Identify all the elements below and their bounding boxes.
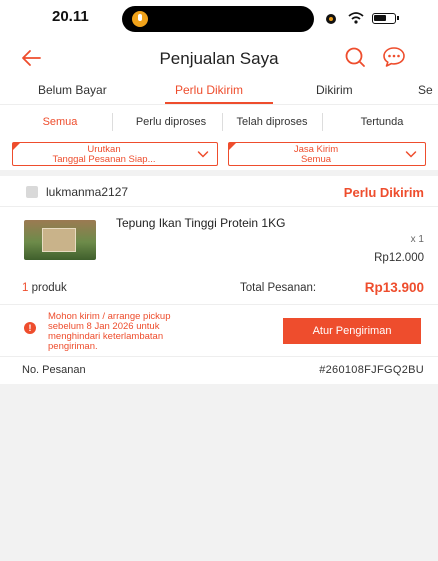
order-status-tabs: Belum Bayar Perlu Dikirim Dikirim Se: [0, 76, 438, 104]
order-total-value: Rp13.900: [364, 280, 424, 295]
order-number: #260108FJFGQ2BU: [319, 364, 424, 376]
shipping-deadline-warning: Mohon kirim / arrange pickup sebelum 8 J…: [48, 312, 230, 352]
warning-line: pengiriman.: [48, 341, 98, 352]
chat-icon[interactable]: [382, 46, 406, 68]
battery-icon: [372, 13, 399, 24]
product-name: Tepung Ikan Tinggi Protein 1KG: [116, 216, 286, 230]
microphone-icon: [132, 11, 148, 27]
courier-filter-value: Semua: [300, 154, 332, 165]
app-header: Penjualan Saya: [0, 40, 438, 76]
subtab-tertunda[interactable]: Tertunda: [332, 105, 432, 139]
filter-bar: Urutkan Tanggal Pesanan Siap... Jasa Kir…: [0, 138, 438, 170]
product-quantity: x 1: [410, 234, 424, 245]
divider: [0, 356, 438, 357]
subtab-separator: [222, 113, 223, 131]
sort-filter-label: Urutkan Tanggal Pesanan Siap...: [21, 145, 187, 165]
tab-perlu-dikirim[interactable]: Perlu Dikirim: [175, 83, 243, 97]
subtab-separator: [112, 113, 113, 131]
chevron-down-icon: [405, 151, 417, 158]
status-time: 20.11: [52, 8, 89, 25]
courier-filter-dropdown[interactable]: Jasa Kirim Semua: [228, 142, 426, 166]
buyer-avatar: [26, 186, 38, 198]
subtab-semua[interactable]: Semua: [14, 105, 106, 139]
filter-corner-mark: [13, 143, 20, 150]
search-icon[interactable]: [344, 46, 366, 68]
order-status-badge: Perlu Dikirim: [343, 185, 424, 200]
camera-indicator-icon: [326, 14, 336, 24]
divider: [0, 206, 438, 207]
product-thumbnail: [24, 220, 96, 260]
tab-selesai[interactable]: Se: [418, 83, 433, 97]
subtab-perlu-diproses[interactable]: Perlu diproses: [130, 105, 212, 139]
divider: [0, 304, 438, 305]
tab-dikirim[interactable]: Dikirim: [316, 83, 353, 97]
subtab-separator: [322, 113, 323, 131]
status-bar: 20.11: [0, 0, 438, 40]
sort-filter-dropdown[interactable]: Urutkan Tanggal Pesanan Siap...: [12, 142, 218, 166]
product-price: Rp12.000: [374, 252, 424, 264]
order-number-label: No. Pesanan: [22, 364, 86, 376]
sort-filter-value: Tanggal Pesanan Siap...: [52, 154, 156, 165]
subtab-telah-diproses[interactable]: Telah diproses: [232, 105, 312, 139]
processing-subtabs: Semua Perlu diproses Telah diproses Tert…: [0, 104, 438, 138]
courier-filter-label: Jasa Kirim Semua: [237, 145, 395, 165]
buyer-username: lukmanma2127: [46, 185, 129, 199]
dynamic-island: [122, 6, 314, 32]
product-count: 1 produk: [22, 282, 67, 294]
order-card[interactable]: lukmanma2127 Perlu Dikirim Tepung Ikan T…: [0, 176, 438, 384]
order-total-label: Total Pesanan:: [240, 282, 317, 294]
page-title: Penjualan Saya: [159, 49, 279, 68]
wifi-icon: [348, 12, 364, 24]
filter-corner-mark: [229, 143, 236, 150]
product-count-word: produk: [28, 282, 67, 294]
tab-belum-bayar[interactable]: Belum Bayar: [38, 83, 107, 97]
warning-icon: !: [24, 322, 36, 334]
chevron-down-icon: [197, 151, 209, 158]
arrange-shipment-button[interactable]: Atur Pengiriman: [283, 318, 421, 344]
